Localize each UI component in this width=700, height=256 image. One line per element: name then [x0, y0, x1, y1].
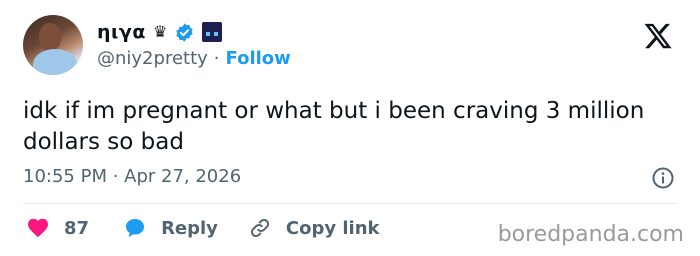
handle[interactable]: @niy2pretty	[97, 48, 208, 69]
reply-button[interactable]: Reply	[123, 216, 218, 240]
like-button[interactable]: 87	[26, 216, 89, 240]
reply-label: Reply	[161, 217, 218, 239]
link-icon	[250, 218, 269, 238]
verified-badge-icon	[176, 22, 193, 42]
separator-dot: ·	[213, 48, 220, 69]
copy-link-label: Copy link	[285, 217, 380, 239]
pixel-emoji-icon	[202, 22, 223, 42]
avatar-shoulder	[33, 49, 77, 75]
display-name[interactable]: ηιγα	[97, 21, 146, 43]
avatar[interactable]	[23, 15, 83, 75]
handle-row: @niy2pretty · Follow	[97, 48, 291, 69]
x-logo-icon[interactable]	[643, 21, 673, 51]
like-count: 87	[64, 217, 90, 239]
avatar-face	[39, 23, 61, 51]
info-icon[interactable]	[651, 166, 675, 190]
name-row: ηιγα ♛	[97, 18, 223, 46]
copy-link-button[interactable]: Copy link	[248, 216, 380, 240]
tweet-text: idk if im pregnant or what but i been cr…	[23, 98, 645, 155]
tweet-timestamp[interactable]: 10:55 PM · Apr 27, 2026	[23, 166, 241, 187]
watermark: boredpanda.com	[497, 222, 684, 247]
reply-bubble-icon	[126, 219, 145, 237]
divider	[23, 203, 678, 204]
heart-icon	[28, 218, 48, 238]
follow-button[interactable]: Follow	[226, 48, 291, 69]
action-bar: 87 Reply Copy link	[26, 216, 380, 240]
crown-icon: ♛	[152, 22, 168, 41]
